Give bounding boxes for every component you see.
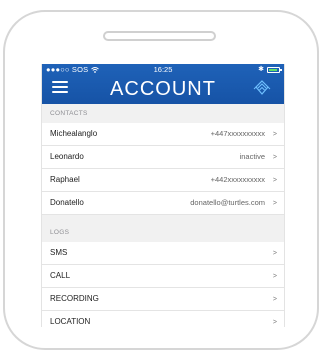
contact-row-leonardo[interactable]: Leonardo inactive > [42,146,284,169]
contacts-section-header: CONTACTS [42,104,284,123]
app-screen: ●●●○○ SOS 16:25 ✱ ACCOUNT CONTACTS Miche… [41,64,285,327]
chevron-right-icon: > [272,273,277,280]
battery-icon [267,66,282,73]
log-name: SMS [50,248,68,257]
log-row-location[interactable]: LOCATION > [42,311,284,327]
log-row-recording[interactable]: RECORDING > [42,288,284,311]
contact-value: donatello@turtles.com [190,198,265,207]
app-header: ●●●○○ SOS 16:25 ✱ ACCOUNT [42,64,284,104]
contact-value: +442xxxxxxxxxx [210,175,265,184]
chevron-right-icon: > [272,131,277,138]
logs-section-header: LOGS [42,223,284,242]
contact-name: Raphael [50,175,80,184]
contact-name: Leonardo [50,152,84,161]
bluetooth-icon: ✱ [258,66,264,73]
chevron-right-icon: > [272,154,277,161]
chevron-right-icon: > [272,177,277,184]
contact-name: Donatello [50,198,84,207]
contact-name: Michealanglo [50,129,98,138]
status-right: ✱ [258,64,282,75]
contact-value: inactive [239,152,265,161]
clock: 16:25 [153,65,173,74]
chevron-right-icon: > [272,319,277,326]
chevron-right-icon: > [272,200,277,207]
phone-speaker [103,31,216,41]
page-title: ACCOUNT [110,78,216,100]
contact-row-raphael[interactable]: Raphael +442xxxxxxxxxx > [42,169,284,192]
chevron-right-icon: > [272,296,277,303]
contact-row-donatello[interactable]: Donatello donatello@turtles.com > [42,192,284,215]
contact-row-michealanglo[interactable]: Michealanglo +447xxxxxxxxxx > [42,123,284,146]
log-name: LOCATION [50,317,91,326]
log-row-call[interactable]: CALL > [42,265,284,288]
status-bar: ●●●○○ SOS 16:25 ✱ [42,64,284,75]
battery-fill [269,68,277,71]
turtle-logo-icon[interactable] [252,78,272,98]
chevron-right-icon: > [272,250,277,257]
section-gap [42,215,284,223]
contact-value: +447xxxxxxxxxx [210,129,265,138]
log-name: RECORDING [50,294,99,303]
log-row-sms[interactable]: SMS > [42,242,284,265]
log-name: CALL [50,271,71,280]
